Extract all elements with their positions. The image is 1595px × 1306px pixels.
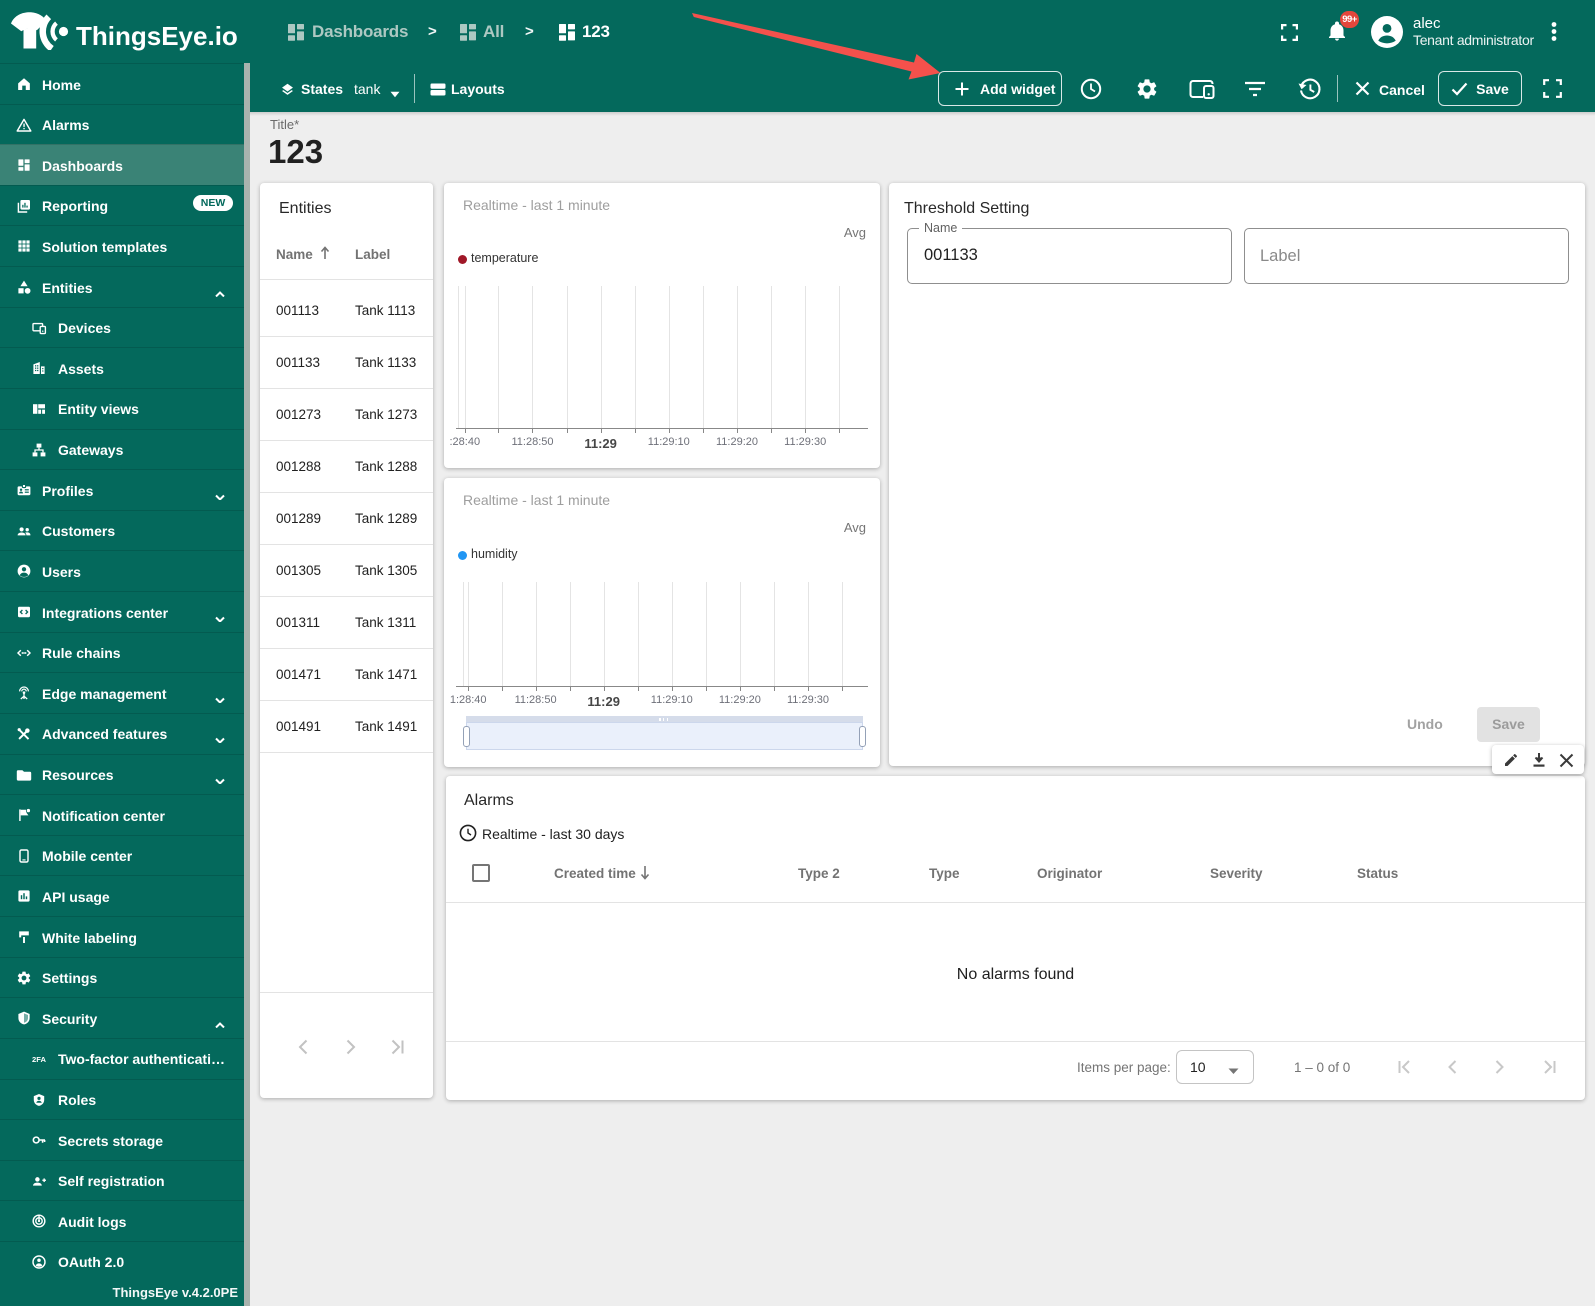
svg-text:2FA: 2FA — [32, 1055, 46, 1064]
